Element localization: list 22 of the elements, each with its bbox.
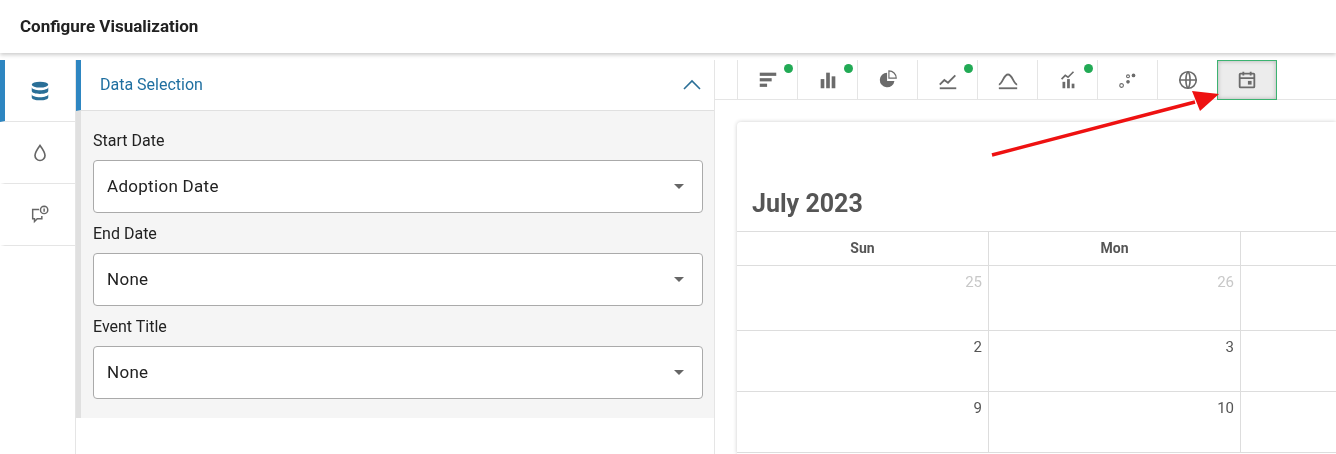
page-title: Configure Visualization xyxy=(20,14,199,38)
database-icon xyxy=(29,79,51,102)
rail-tab[interactable] xyxy=(0,60,75,122)
chart-type-button[interactable] xyxy=(1217,60,1277,100)
day-number: 9 xyxy=(973,399,982,419)
day-number: 3 xyxy=(1225,338,1234,358)
field-label: Event Title xyxy=(93,317,168,337)
globe-icon xyxy=(1176,69,1199,91)
dropdown-caret-icon xyxy=(674,184,684,189)
select-field[interactable]: Adoption Date xyxy=(93,160,703,213)
calendar-icon xyxy=(1236,69,1258,91)
day-number: 10 xyxy=(1217,399,1234,419)
dropdown-caret-icon xyxy=(674,370,684,375)
select-field[interactable]: None xyxy=(93,253,703,306)
day-number: 2 xyxy=(973,338,982,358)
field-label: Start Date xyxy=(93,131,166,151)
weekday-header: Sun xyxy=(737,232,989,266)
weekday-header: Mon xyxy=(989,232,1241,266)
field-label: End Date xyxy=(93,224,158,244)
dropdown-caret-icon xyxy=(674,277,684,282)
calendar-title: July 2023 xyxy=(752,188,864,220)
select-field[interactable]: None xyxy=(93,346,703,399)
